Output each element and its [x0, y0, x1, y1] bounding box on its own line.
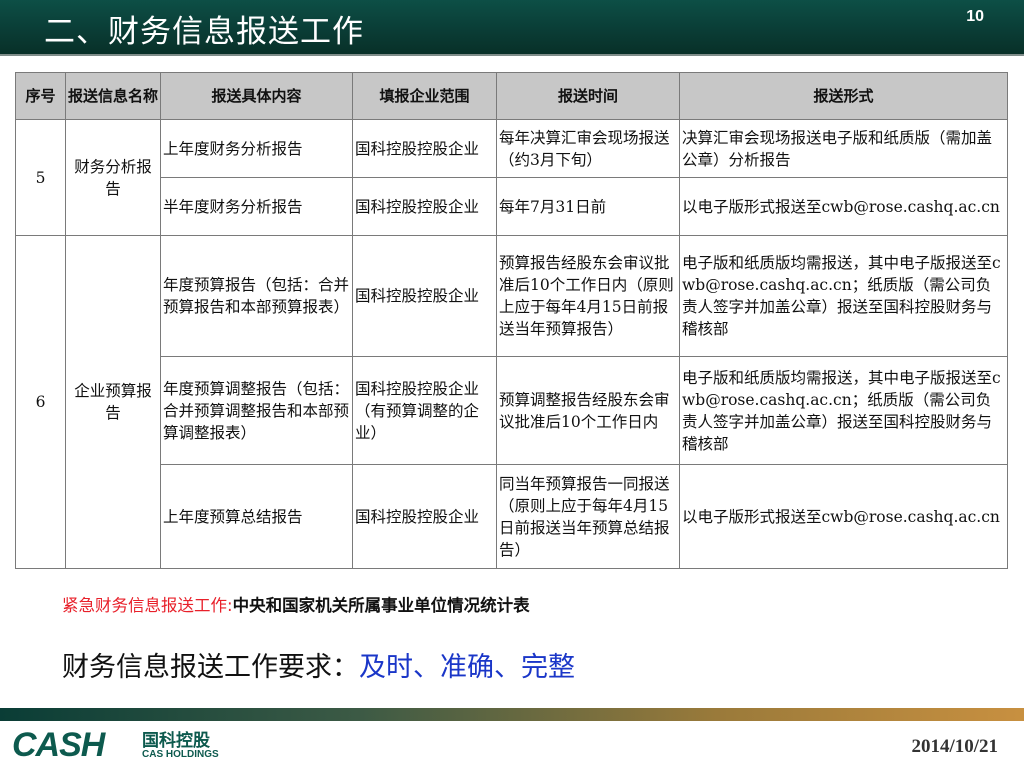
cell-content: 年度预算报告（包括：合并预算报告和本部预算报表）	[160, 235, 353, 357]
cell-form: 决算汇审会现场报送电子版和纸质版（需加盖公章）分析报告	[679, 119, 1008, 178]
group-index: 6	[15, 235, 66, 569]
table-row: 年度预算调整报告（包括：合并预算调整报告和本部预算调整报表） 国科控股控股企业（…	[16, 356, 1008, 465]
table-header-row: 序号 报送信息名称 报送具体内容 填报企业范围 报送时间 报送形式	[15, 72, 1008, 120]
table-row: 上年度预算总结报告 国科控股控股企业 同当年预算报告一同报送（原则上应于每年4月…	[16, 464, 1008, 569]
cell-content: 半年度财务分析报告	[160, 177, 353, 236]
logo-chinese-name: 国科控股	[142, 731, 210, 751]
cash-logo: CASH 国科控股 CAS HOLDINGS	[12, 726, 252, 764]
cell-scope: 国科控股控股企业	[352, 119, 497, 178]
group-name: 企业预算报告	[65, 235, 161, 569]
group-name: 财务分析报告	[65, 119, 161, 236]
cell-content: 上年度财务分析报告	[160, 119, 353, 178]
logo-english-name: CAS HOLDINGS	[142, 749, 219, 760]
cell-scope: 国科控股控股企业（有预算调整的企业）	[352, 356, 497, 465]
col-header-index: 序号	[15, 72, 66, 120]
group-index: 5	[15, 119, 66, 236]
cell-time: 预算调整报告经股东会审议批准后10个工作日内	[496, 356, 680, 465]
cell-time: 每年7月31日前	[496, 177, 680, 236]
slide-header: 二、财务信息报送工作 10	[0, 0, 1024, 54]
col-header-scope: 填报企业范围	[352, 72, 497, 120]
cell-form: 电子版和纸质版均需报送，其中电子版报送至cwb@rose.cashq.ac.cn…	[679, 356, 1008, 465]
requirement-label: 财务信息报送工作要求：	[62, 652, 359, 683]
footer-gradient-bar	[0, 708, 1024, 721]
slide-title: 二、财务信息报送工作	[44, 14, 364, 50]
header-divider	[0, 54, 1024, 56]
table-row: 半年度财务分析报告 国科控股控股企业 每年7月31日前 以电子版形式报送至cwb…	[16, 177, 1008, 236]
cell-time: 同当年预算报告一同报送（原则上应于每年4月15日前报送当年预算总结报告）	[496, 464, 680, 569]
cell-time: 每年决算汇审会现场报送（约3月下旬）	[496, 119, 680, 178]
requirement-value: 及时、准确、完整	[359, 652, 575, 683]
requirement-line: 财务信息报送工作要求：及时、准确、完整	[62, 645, 575, 684]
cell-scope: 国科控股控股企业	[352, 177, 497, 236]
cell-scope: 国科控股控股企业	[352, 235, 497, 357]
cell-scope: 国科控股控股企业	[352, 464, 497, 569]
urgent-note: 紧急财务信息报送工作:中央和国家机关所属事业单位情况统计表	[62, 592, 530, 616]
logo-mark: CASH	[12, 726, 105, 764]
urgent-text: 中央和国家机关所属事业单位情况统计表	[232, 596, 530, 615]
col-header-name: 报送信息名称	[65, 72, 161, 120]
table-row: 6 企业预算报告 年度预算报告（包括：合并预算报告和本部预算报表） 国科控股控股…	[15, 235, 1008, 569]
cell-form: 以电子版形式报送至cwb@rose.cashq.ac.cn	[679, 177, 1008, 236]
col-header-content: 报送具体内容	[160, 72, 353, 120]
col-header-time: 报送时间	[496, 72, 680, 120]
page-number: 10	[966, 8, 984, 25]
cell-content: 年度预算调整报告（包括：合并预算调整报告和本部预算调整报表）	[160, 356, 353, 465]
slide-date: 2014/10/21	[911, 736, 998, 757]
cell-form: 以电子版形式报送至cwb@rose.cashq.ac.cn	[679, 464, 1008, 569]
urgent-label: 紧急财务信息报送工作:	[62, 596, 233, 615]
cell-time: 预算报告经股东会审议批准后10个工作日内（原则上应于每年4月15日前报送当年预算…	[496, 235, 680, 357]
col-header-form: 报送形式	[679, 72, 1008, 120]
cell-form: 电子版和纸质版均需报送，其中电子版报送至cwb@rose.cashq.ac.cn…	[679, 235, 1008, 357]
cell-content: 上年度预算总结报告	[160, 464, 353, 569]
table-row: 5 财务分析报告 上年度财务分析报告 国科控股控股企业 每年决算汇审会现场报送（…	[15, 119, 1008, 236]
report-table: 序号 报送信息名称 报送具体内容 填报企业范围 报送时间 报送形式 5 财务分析…	[15, 72, 1008, 569]
